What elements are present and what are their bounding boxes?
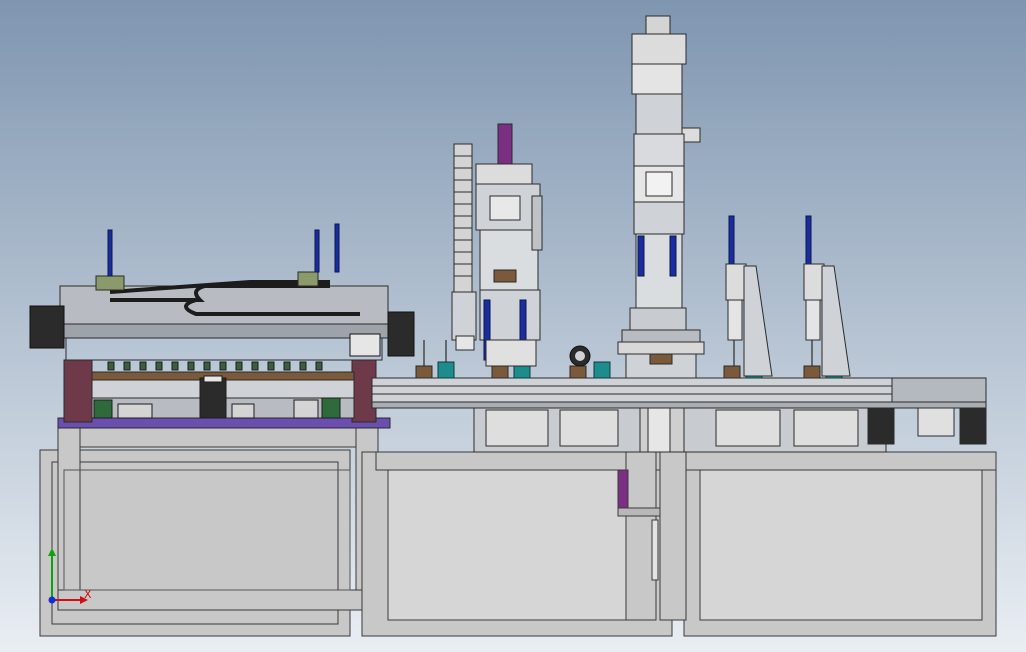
base-frame-left[interactable]	[39, 424, 379, 637]
assembly-drawing[interactable]: X Y	[0, 0, 1026, 652]
triad-x-label: X	[84, 588, 92, 601]
station-chain-column[interactable]	[451, 143, 477, 351]
main-conveyor-rail[interactable]	[371, 377, 987, 409]
base-frame-right[interactable]	[683, 451, 997, 637]
center-support-column	[617, 451, 687, 621]
cad-viewport[interactable]: X Y	[0, 0, 1026, 652]
